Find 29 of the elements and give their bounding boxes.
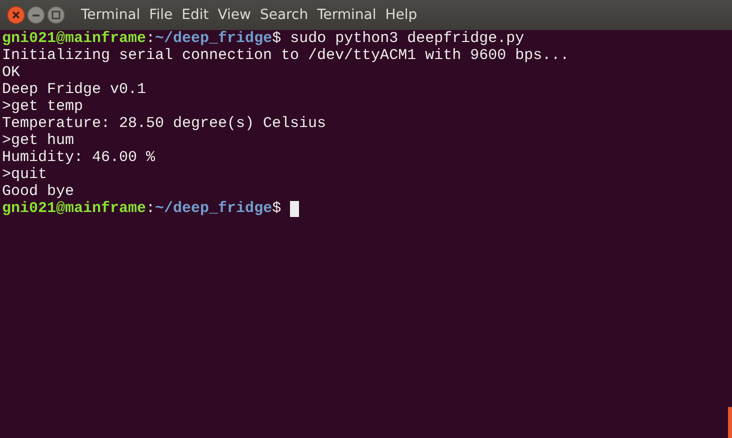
scrollbar[interactable] [728, 407, 732, 438]
output-line: Deep Fridge v0.1 [2, 81, 146, 98]
output-line: Humidity: 46.00 % [2, 149, 156, 166]
prompt-path: ~/deep_fridge [155, 200, 272, 217]
output-line: >get hum [2, 132, 74, 149]
menu-item[interactable]: Edit [182, 7, 209, 23]
command-text: sudo python3 deepfridge.py [290, 30, 524, 47]
prompt-symbol: $ [272, 30, 282, 47]
menu-item[interactable]: File [149, 7, 173, 23]
maximize-icon[interactable] [47, 6, 65, 24]
window-title: Terminal [81, 7, 140, 23]
prompt-symbol: $ [272, 200, 282, 217]
output-line: OK [2, 64, 20, 81]
prompt-user-host: gni021@mainframe [2, 30, 146, 47]
menu-item[interactable]: View [218, 7, 251, 23]
minimize-icon[interactable] [27, 6, 45, 24]
output-line: Good bye [2, 183, 74, 200]
output-line: Temperature: 28.50 degree(s) Celsius [2, 115, 326, 132]
close-icon[interactable] [7, 6, 25, 24]
menu-item[interactable]: Terminal [317, 7, 376, 23]
prompt-separator: : [146, 30, 156, 47]
output-line: >get temp [2, 98, 84, 115]
output-line: Initializing serial connection to /dev/ttyACM1 with 9600 bps... [2, 47, 570, 64]
menu-item[interactable]: Help [385, 7, 418, 23]
prompt-path: ~/deep_fridge [155, 30, 272, 47]
output-line: >quit [2, 166, 48, 183]
menu-item[interactable]: Search [260, 7, 308, 23]
prompt-separator: : [146, 200, 156, 217]
prompt-user-host: gni021@mainframe [2, 200, 146, 217]
